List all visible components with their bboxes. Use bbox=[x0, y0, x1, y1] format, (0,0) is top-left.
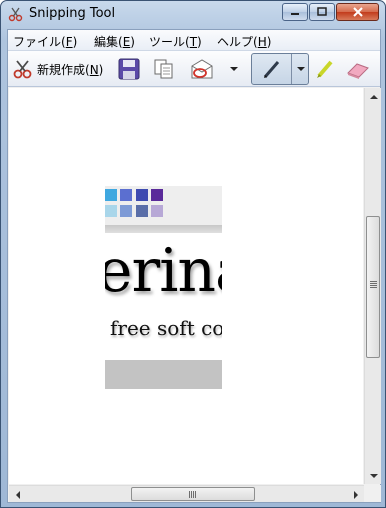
arrow-right-icon bbox=[353, 490, 358, 499]
copy-button[interactable] bbox=[153, 56, 175, 82]
color-swatch bbox=[136, 205, 148, 217]
send-dropdown-button[interactable] bbox=[229, 56, 239, 82]
new-snip-button[interactable]: 新規作成(N) bbox=[12, 56, 103, 82]
minimize-button[interactable] bbox=[282, 3, 308, 21]
grip-icon bbox=[370, 281, 377, 288]
captured-big-text: erina bbox=[105, 236, 222, 306]
send-snip-button[interactable] bbox=[189, 56, 215, 82]
eraser-button[interactable] bbox=[345, 56, 371, 82]
maximize-button[interactable] bbox=[309, 3, 335, 21]
caption-buttons bbox=[281, 3, 379, 21]
chevron-down-icon bbox=[230, 67, 238, 71]
pen-tool-group bbox=[251, 53, 309, 85]
captured-footer bbox=[105, 360, 222, 389]
pen-button[interactable] bbox=[256, 57, 288, 81]
envelope-icon bbox=[191, 59, 213, 79]
scissors-icon bbox=[8, 6, 24, 22]
canvas-area[interactable]: erina free soft co bbox=[9, 88, 363, 484]
color-swatch bbox=[105, 189, 117, 201]
scroll-right-button[interactable] bbox=[347, 486, 364, 503]
arrow-left-icon bbox=[15, 490, 20, 499]
save-button[interactable] bbox=[118, 56, 140, 82]
pen-split-divider bbox=[291, 54, 292, 84]
captured-small-text: free soft co bbox=[110, 316, 222, 340]
color-swatch bbox=[105, 205, 117, 217]
horizontal-scroll-thumb[interactable] bbox=[131, 487, 255, 501]
color-swatch bbox=[151, 205, 163, 217]
highlighter-icon bbox=[317, 60, 333, 78]
floppy-disk-icon bbox=[118, 58, 140, 80]
pen-dropdown-button[interactable] bbox=[293, 57, 308, 81]
pen-chevron-down-icon bbox=[296, 67, 305, 71]
scroll-left-button[interactable] bbox=[9, 486, 26, 503]
window-title: Snipping Tool bbox=[29, 6, 116, 21]
snipping-tool-window: Snipping Tool ファイル(F) 編集(E) ツール(T) ヘルプ(H… bbox=[0, 0, 386, 508]
new-snip-icon bbox=[13, 60, 32, 79]
arrow-up-icon bbox=[369, 94, 378, 99]
new-snip-label: 新規作成(N) bbox=[37, 62, 104, 77]
minimize-icon bbox=[291, 13, 299, 15]
menu-file[interactable]: ファイル(F) bbox=[13, 33, 77, 50]
maximize-icon bbox=[317, 7, 327, 16]
menu-bar: ファイル(F) 編集(E) ツール(T) ヘルプ(H) bbox=[8, 30, 380, 51]
pen-icon bbox=[263, 61, 280, 78]
scrollbar-corner bbox=[364, 485, 381, 502]
color-swatch bbox=[136, 189, 148, 201]
title-bar[interactable]: Snipping Tool bbox=[1, 1, 385, 27]
grip-icon bbox=[189, 491, 196, 498]
color-swatch bbox=[120, 189, 132, 201]
eraser-icon bbox=[347, 63, 369, 79]
menu-tools[interactable]: ツール(T) bbox=[149, 33, 202, 50]
close-icon bbox=[352, 7, 363, 17]
copy-icon bbox=[154, 59, 173, 79]
scroll-down-button[interactable] bbox=[365, 467, 382, 484]
scroll-up-button[interactable] bbox=[365, 88, 382, 105]
toolbar: 新規作成(N) bbox=[8, 51, 380, 87]
vertical-scroll-thumb[interactable] bbox=[366, 216, 380, 358]
close-button[interactable] bbox=[336, 3, 379, 21]
captured-divider bbox=[105, 225, 222, 233]
color-swatch bbox=[151, 189, 163, 201]
highlighter-button[interactable] bbox=[314, 56, 336, 82]
captured-image: erina free soft co bbox=[105, 186, 222, 389]
horizontal-scrollbar[interactable] bbox=[9, 485, 364, 502]
menu-help[interactable]: ヘルプ(H) bbox=[217, 33, 271, 50]
menu-edit[interactable]: 編集(E) bbox=[94, 33, 135, 50]
vertical-scrollbar[interactable] bbox=[364, 88, 381, 484]
client-area: ファイル(F) 編集(E) ツール(T) ヘルプ(H) 新規作成(N) erin… bbox=[7, 29, 381, 503]
color-swatch bbox=[120, 205, 132, 217]
arrow-down-icon bbox=[369, 473, 378, 478]
